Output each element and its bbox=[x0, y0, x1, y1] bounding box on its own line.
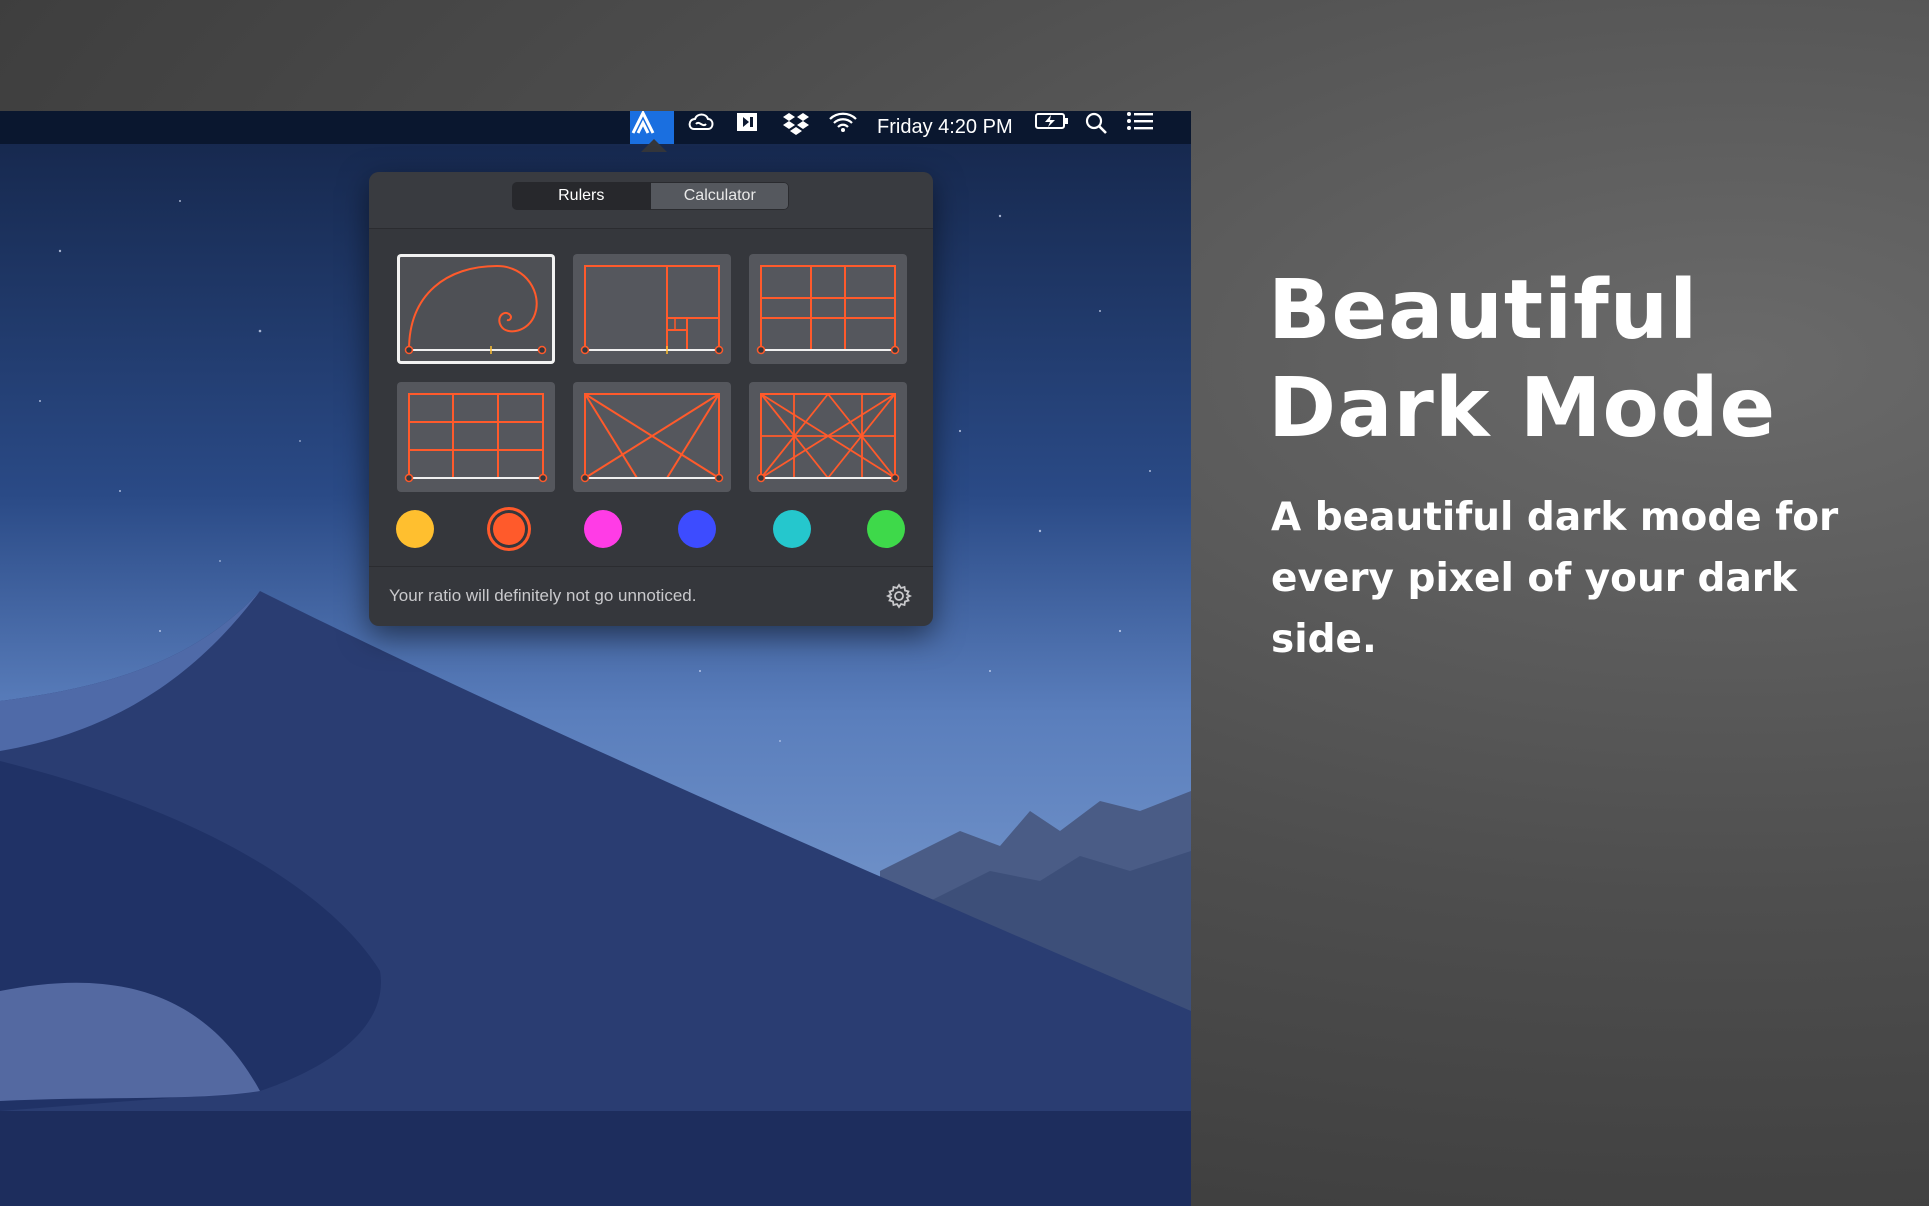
color-swatch-teal[interactable] bbox=[773, 510, 811, 548]
tab-rulers[interactable]: Rulers bbox=[512, 182, 651, 210]
rule-of-thirds-icon bbox=[404, 393, 548, 483]
spotlight-search-icon[interactable] bbox=[1084, 111, 1114, 144]
notification-center-icon[interactable] bbox=[1126, 111, 1160, 144]
grid-option-harmonic-armature[interactable] bbox=[749, 382, 907, 492]
footer-tagline: Your ratio will definitely not go unnoti… bbox=[389, 586, 697, 605]
popover-caret bbox=[641, 139, 667, 152]
headline-line-1: Beautiful bbox=[1268, 263, 1699, 358]
color-swatch-magenta[interactable] bbox=[584, 510, 622, 548]
wifi-icon[interactable] bbox=[828, 111, 862, 144]
mode-segmented-control: Rulers Calculator bbox=[512, 182, 789, 210]
color-swatch-yellow[interactable] bbox=[396, 510, 434, 548]
color-swatch-orange[interactable] bbox=[493, 513, 525, 545]
tab-calculator[interactable]: Calculator bbox=[651, 182, 790, 210]
dropbox-icon[interactable] bbox=[782, 111, 814, 144]
subline: A beautiful dark mode for every pixel of… bbox=[1271, 495, 1839, 662]
color-swatch-green[interactable] bbox=[867, 510, 905, 548]
phi-grid-icon bbox=[756, 265, 900, 355]
grid-option-rule-of-thirds[interactable] bbox=[397, 382, 555, 492]
golden-rectangle-icon bbox=[580, 265, 724, 355]
footer-divider bbox=[369, 566, 933, 567]
popover-header: Rulers Calculator bbox=[369, 172, 933, 229]
screen-capture-icon[interactable] bbox=[735, 111, 765, 144]
gear-icon[interactable] bbox=[885, 583, 913, 614]
grid-option-phi-grid[interactable] bbox=[749, 254, 907, 364]
grid-option-golden-spiral[interactable] bbox=[397, 254, 555, 364]
grid-option-golden-rectangle[interactable] bbox=[573, 254, 731, 364]
menu-bar: Friday 4:20 PM bbox=[0, 111, 1191, 144]
harmonic-armature-icon bbox=[756, 393, 900, 483]
grid-option-diagonals[interactable] bbox=[573, 382, 731, 492]
golden-spiral-icon bbox=[404, 264, 547, 355]
menu-bar-clock[interactable]: Friday 4:20 PM bbox=[877, 111, 1013, 144]
battery-charging-icon[interactable] bbox=[1034, 111, 1072, 144]
diagonals-icon bbox=[580, 393, 724, 483]
headline: Beautiful Dark Mode bbox=[1268, 262, 1888, 458]
headline-line-2: Dark Mode bbox=[1268, 361, 1777, 456]
color-swatch-blue[interactable] bbox=[678, 510, 716, 548]
creative-cloud-icon[interactable] bbox=[686, 111, 720, 144]
